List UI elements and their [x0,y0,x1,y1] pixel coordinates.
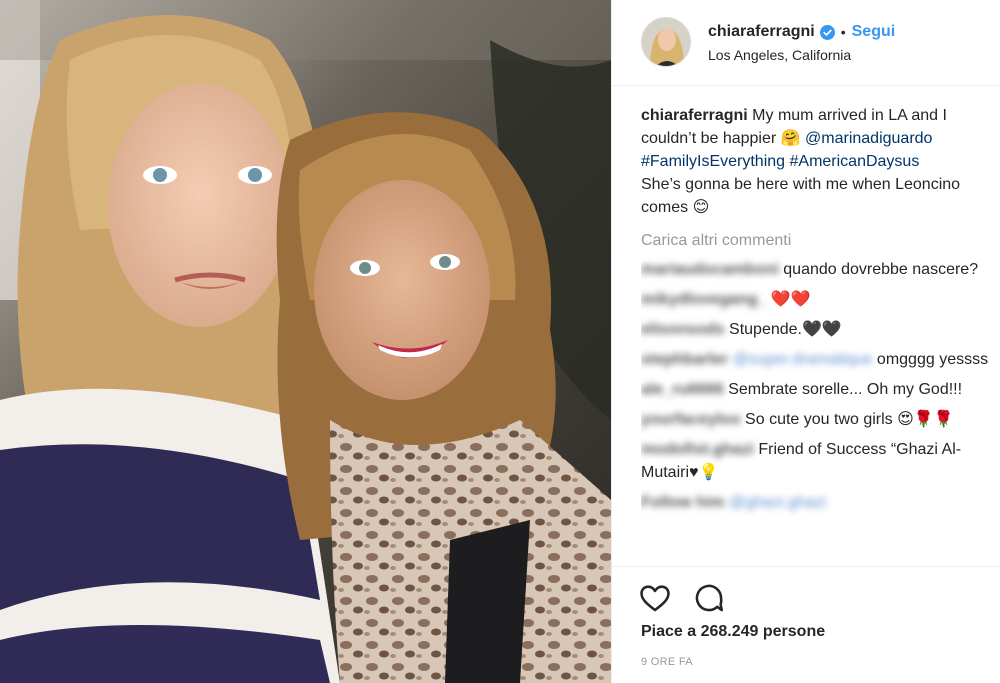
comment-text: omgggg yessss [876,351,989,368]
comment-item: mariaudocamboni quando dovrebbe nascere? [641,258,991,281]
post-photo[interactable] [0,0,611,683]
comments-list[interactable]: chiaraferragni My mum arrived in LA and … [641,104,991,566]
comment-mention[interactable]: @super.dramatique [733,351,873,368]
post-timestamp[interactable]: 9 ORE FA [641,656,693,668]
photo-illustration [0,0,611,683]
comment-item: elisonsods Stupende.🖤🖤 [641,318,991,341]
comment-text: Sembrate sorelle... Oh my God!!! [728,381,963,398]
comment-username[interactable]: yourfaceyloo [641,411,741,428]
comment-text: Stupende.🖤🖤 [729,321,842,338]
load-more-comments-button[interactable]: Carica altri commenti [641,229,991,252]
post-header: chiaraferragni • Segui Los Angeles, Cali… [612,0,1000,86]
username-row: chiaraferragni • Segui [708,21,895,43]
comment-text: quando dovrebbe nascere? [783,261,979,278]
comment-username[interactable]: elisonsods [641,321,725,338]
comment-text: ❤️❤️ [770,291,811,308]
comment-username[interactable]: stephbarler [641,351,728,368]
post-actions: Piace a 268.249 persone 9 ORE FA [612,566,1000,683]
comment-username[interactable]: modofist.ghazi [641,441,754,458]
likes-count[interactable]: Piace a 268.249 persone [641,623,825,641]
post-side-panel: chiaraferragni • Segui Los Angeles, Cali… [611,0,1000,683]
verified-badge-icon [819,24,835,40]
caption-hashtag-1[interactable]: #FamilyIsEverything [641,153,785,170]
speech-bubble-icon[interactable] [692,581,726,615]
location-link[interactable]: Los Angeles, California [708,47,851,63]
follow-button[interactable]: Segui [852,23,896,41]
caption-hashtag-2[interactable]: #AmericanDaysus [790,153,920,170]
comment-item: Follow him @ghazi.ghazi [641,491,991,514]
comment-username[interactable]: mikydlovegang_ [641,291,766,308]
comment-text: So cute you two girls 😍🌹🌹 [745,411,954,428]
separator-dot: • [840,24,846,40]
comment-username[interactable]: Follow him [641,494,725,511]
comment-username[interactable]: mariaudocamboni [641,261,779,278]
caption-mention[interactable]: @marinadiguardo [805,130,932,147]
comment-username[interactable]: ale_ru6666 [641,381,724,398]
caption-text-2: She’s gonna be here with me when Leoncin… [641,176,961,216]
heart-outline-icon[interactable] [638,581,672,615]
comment-item: yourfaceyloo So cute you two girls 😍🌹🌹 [641,408,991,431]
avatar-image [642,18,690,66]
comment-item: mikydlovegang_ ❤️❤️ [641,288,991,311]
caption-username[interactable]: chiaraferragni [641,107,748,124]
comment-item: stephbarler @super.dramatique omgggg yes… [641,348,991,371]
post-caption: chiaraferragni My mum arrived in LA and … [641,104,991,219]
comment-text[interactable]: @ghazi.ghazi [729,494,826,511]
avatar[interactable] [641,17,691,67]
comment-item: modofist.ghazi Friend of Success “Ghazi … [641,438,991,484]
comment-item: ale_ru6666 Sembrate sorelle... Oh my God… [641,378,991,401]
header-username[interactable]: chiaraferragni [708,23,815,41]
